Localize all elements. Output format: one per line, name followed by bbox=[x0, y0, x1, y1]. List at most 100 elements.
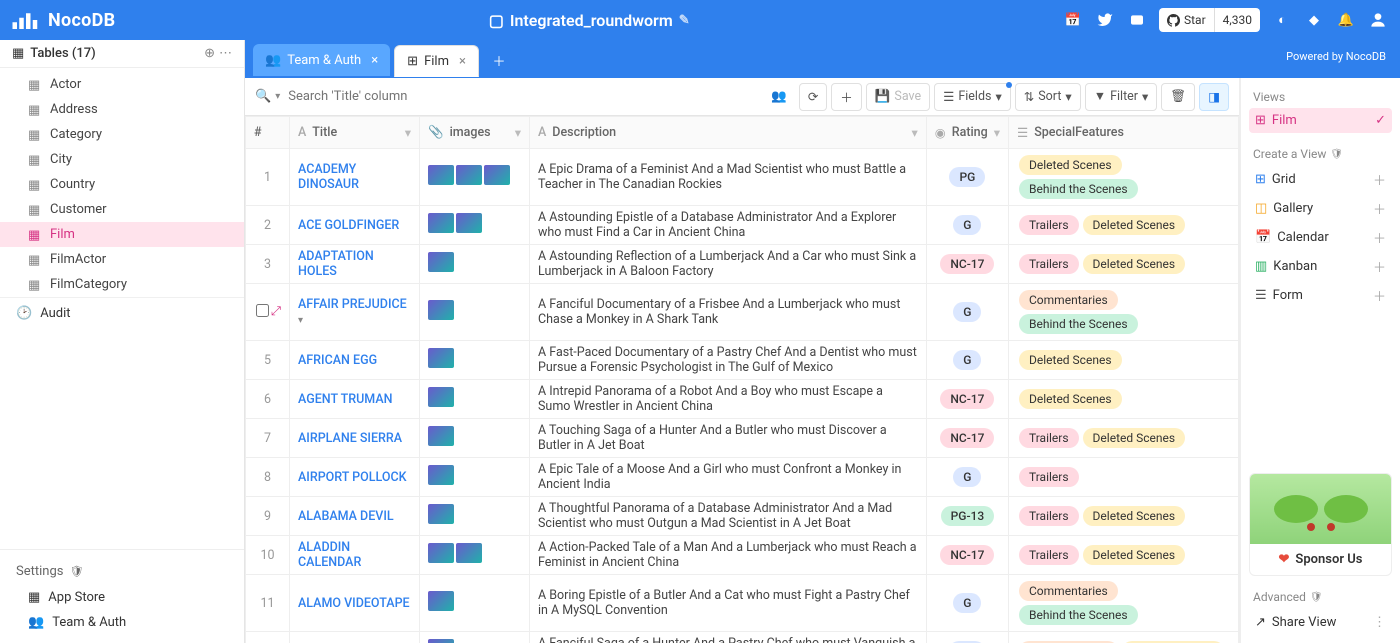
fields-button[interactable]: ☰ Fields ▾ bbox=[934, 83, 1011, 111]
title-link[interactable]: ACE GOLDFINGER bbox=[298, 218, 399, 233]
image-thumb[interactable] bbox=[428, 300, 454, 320]
view-film[interactable]: ⊞ Film ✓ bbox=[1249, 108, 1392, 133]
col-features[interactable]: ☰SpecialFeatures bbox=[1009, 117, 1239, 149]
sponsor-button[interactable]: ❤ Sponsor Us bbox=[1250, 544, 1391, 575]
sidebar-item-film[interactable]: ▦Film bbox=[0, 222, 244, 247]
row-number[interactable]: 10 bbox=[246, 536, 290, 575]
image-thumb[interactable] bbox=[456, 213, 482, 233]
breadcrumb[interactable]: ▢ Integrated_roundworm ✎ bbox=[115, 11, 1063, 30]
description-cell[interactable]: A Thoughtful Panorama of a Database Admi… bbox=[530, 497, 927, 536]
image-thumb[interactable] bbox=[428, 165, 454, 185]
sidebar-item-city[interactable]: ▦City bbox=[0, 147, 244, 172]
image-thumb[interactable] bbox=[428, 252, 454, 272]
language-icon[interactable]: ◆ bbox=[1304, 10, 1324, 30]
image-thumb[interactable] bbox=[428, 465, 454, 485]
description-cell[interactable]: A Fast-Paced Documentary of a Pastry Che… bbox=[530, 341, 927, 380]
close-icon[interactable]: × bbox=[371, 53, 378, 68]
image-thumb[interactable] bbox=[428, 639, 454, 643]
description-cell[interactable]: A Fanciful Saga of a Hunter And a Pastry… bbox=[530, 632, 927, 643]
row-number[interactable]: 6 bbox=[246, 380, 290, 419]
advanced-heading[interactable]: Advanced 🛡 bbox=[1249, 584, 1392, 610]
col-num[interactable]: # bbox=[246, 117, 290, 149]
delete-button[interactable]: 🗑 bbox=[1161, 83, 1195, 111]
create-view-gallery[interactable]: ◫Gallery＋ bbox=[1249, 194, 1392, 223]
col-rating[interactable]: ◉Rating▾ bbox=[926, 117, 1008, 149]
sidebar-item-category[interactable]: ▦Category bbox=[0, 122, 244, 147]
title-link[interactable]: ALAMO VIDEOTAPE bbox=[298, 596, 410, 611]
title-link[interactable]: AIRPORT POLLOCK bbox=[298, 470, 407, 485]
col-images[interactable]: 📎images▾ bbox=[420, 117, 530, 149]
description-cell[interactable]: A Epic Tale of a Moose And a Girl who mu… bbox=[530, 458, 927, 497]
sidebar-item-customer[interactable]: ▦Customer bbox=[0, 197, 244, 222]
image-thumb[interactable] bbox=[428, 348, 454, 368]
table-row[interactable]: 8AIRPORT POLLOCKA Epic Tale of a Moose A… bbox=[246, 458, 1239, 497]
row-number[interactable]: 9 bbox=[246, 497, 290, 536]
sort-button[interactable]: ⇅ Sort ▾ bbox=[1015, 83, 1081, 111]
search-input[interactable] bbox=[288, 89, 468, 104]
sidebar-item-actor[interactable]: ▦Actor bbox=[0, 72, 244, 97]
title-link[interactable]: AGENT TRUMAN bbox=[298, 392, 392, 407]
create-view-form[interactable]: ☰Form＋ bbox=[1249, 281, 1392, 310]
create-view-calendar[interactable]: 📅Calendar＋ bbox=[1249, 223, 1392, 252]
table-row[interactable]: 7AIRPLANE SIERRAA Touching Saga of a Hun… bbox=[246, 419, 1239, 458]
table-row[interactable]: 3ADAPTATION HOLESA Astounding Reflection… bbox=[246, 245, 1239, 284]
title-link[interactable]: AFFAIR PREJUDICE bbox=[298, 297, 407, 312]
description-cell[interactable]: A Boring Epistle of a Butler And a Cat w… bbox=[530, 575, 927, 632]
table-row[interactable]: 10ALADDIN CALENDARA Action-Packed Tale o… bbox=[246, 536, 1239, 575]
github-star-badge[interactable]: Star 4,330 bbox=[1159, 8, 1260, 32]
table-row[interactable]: 11 ALAMO VIDEOTAPE A Boring Epistle of a B… bbox=[246, 575, 1239, 632]
toggle-panel-button[interactable]: ◨ bbox=[1199, 83, 1229, 111]
create-view-kanban[interactable]: ▥Kanban＋ bbox=[1249, 252, 1392, 281]
team-auth-link[interactable]: 👥 Team & Auth bbox=[0, 610, 244, 635]
title-link[interactable]: ALADDIN CALENDAR bbox=[298, 540, 361, 570]
app-store-link[interactable]: ▦ App Store bbox=[0, 585, 244, 610]
search-icon[interactable]: 🔍 bbox=[255, 89, 271, 104]
reload-button[interactable]: ⟳ bbox=[799, 83, 827, 111]
more-icon[interactable]: ⋮ bbox=[1373, 615, 1386, 630]
logo[interactable]: NocoDB bbox=[12, 10, 115, 31]
edit-icon[interactable]: ✎ bbox=[679, 13, 690, 28]
tab-team-auth[interactable]: 👥 Team & Auth × bbox=[253, 44, 390, 76]
grid[interactable]: # ATitle▾ 📎images▾ ADescription▾ ◉Rating… bbox=[245, 116, 1239, 643]
description-cell[interactable]: A Astounding Epistle of a Database Admin… bbox=[530, 206, 927, 245]
twitter-icon[interactable] bbox=[1095, 10, 1115, 30]
plus-icon[interactable]: ＋ bbox=[1373, 228, 1386, 247]
row-checkbox[interactable] bbox=[256, 304, 269, 317]
image-thumb[interactable] bbox=[428, 426, 454, 446]
plus-icon[interactable]: ＋ bbox=[1373, 286, 1386, 305]
chevron-down-icon[interactable]: ▾ bbox=[298, 315, 303, 326]
row-number[interactable]: 1 bbox=[246, 149, 290, 206]
description-cell[interactable]: A Touching Saga of a Hunter And a Butler… bbox=[530, 419, 927, 458]
description-cell[interactable]: A Epic Drama of a Feminist And a Mad Sci… bbox=[530, 149, 927, 206]
row-number[interactable]: 12 bbox=[246, 632, 290, 643]
audit-link[interactable]: 🕑 Audit bbox=[0, 297, 244, 329]
image-thumb[interactable] bbox=[428, 213, 454, 233]
image-thumb[interactable] bbox=[456, 543, 482, 563]
row-number[interactable]: ⤢ bbox=[246, 284, 290, 341]
sidebar-item-filmactor[interactable]: ▦FilmActor bbox=[0, 247, 244, 272]
create-view-grid[interactable]: ⊞Grid＋ bbox=[1249, 165, 1392, 194]
title-link[interactable]: ACADEMY DINOSAUR bbox=[298, 162, 359, 192]
description-cell[interactable]: A Fanciful Documentary of a Frisbee And … bbox=[530, 284, 927, 341]
image-thumb[interactable] bbox=[428, 591, 454, 611]
add-tab-button[interactable]: ＋ bbox=[487, 48, 511, 72]
chevron-down-icon[interactable]: ▾ bbox=[275, 91, 280, 102]
title-link[interactable]: ADAPTATION HOLES bbox=[298, 249, 374, 279]
plus-icon[interactable]: ＋ bbox=[1373, 170, 1386, 189]
table-row[interactable]: 9 ALABAMA DEVIL A Thoughtful Panorama of a… bbox=[246, 497, 1239, 536]
image-thumb[interactable] bbox=[428, 387, 454, 407]
share-button[interactable]: 👥 bbox=[763, 83, 795, 111]
sidebar-item-filmcategory[interactable]: ▦FilmCategory bbox=[0, 272, 244, 297]
row-number[interactable]: 2 bbox=[246, 206, 290, 245]
close-icon[interactable]: × bbox=[459, 54, 466, 69]
expand-icon[interactable]: ⤢ bbox=[271, 304, 281, 319]
image-thumb[interactable] bbox=[484, 165, 510, 185]
plus-icon[interactable]: ＋ bbox=[1373, 199, 1386, 218]
filter-button[interactable]: ▼ Filter ▾ bbox=[1085, 83, 1158, 111]
row-number[interactable]: 11 bbox=[246, 575, 290, 632]
title-link[interactable]: AIRPLANE SIERRA bbox=[298, 431, 402, 446]
title-link[interactable]: ALABAMA DEVIL bbox=[298, 509, 394, 524]
table-row[interactable]: 2 ACE GOLDFINGER A Astounding Epistle of a… bbox=[246, 206, 1239, 245]
title-link[interactable]: AFRICAN EGG bbox=[298, 353, 377, 368]
sidebar-item-address[interactable]: ▦Address bbox=[0, 97, 244, 122]
